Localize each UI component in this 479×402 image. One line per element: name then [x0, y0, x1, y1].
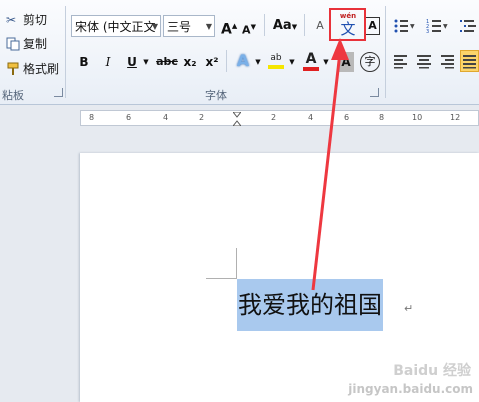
watermark-url: jingyan.baidu.com: [348, 382, 473, 396]
annotation-arrow: [311, 38, 349, 291]
watermark-logo: Baidu 经验: [393, 363, 471, 379]
